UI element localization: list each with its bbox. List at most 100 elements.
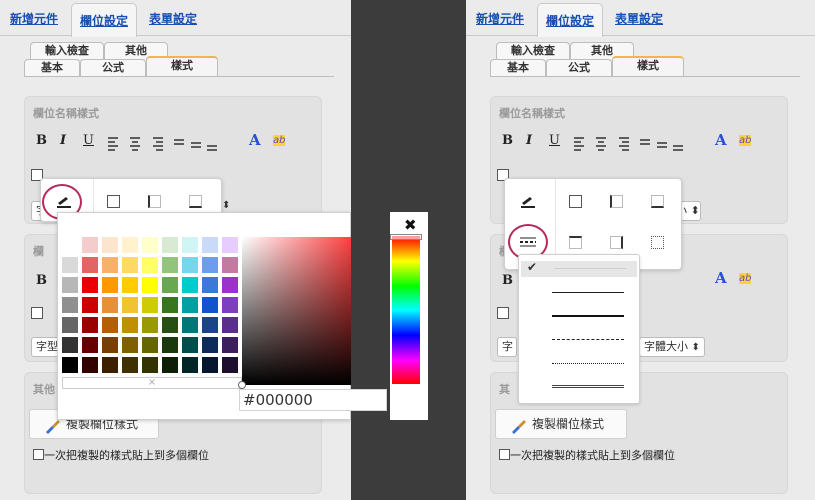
color-swatch[interactable]	[182, 357, 198, 373]
subtab-basic-2[interactable]: 基本	[490, 59, 546, 76]
color-swatch[interactable]	[122, 257, 138, 273]
bold-button-2[interactable]: B	[36, 273, 47, 288]
color-swatch[interactable]	[142, 237, 158, 253]
color-swatch[interactable]	[142, 277, 158, 293]
saturation-handle[interactable]	[238, 381, 246, 389]
font-color-icon-3[interactable]: A	[715, 269, 727, 287]
subtab-style-2[interactable]: 樣式	[612, 56, 684, 76]
color-swatch[interactable]	[102, 237, 118, 253]
underline-button[interactable]: U	[83, 133, 94, 148]
color-swatch[interactable]	[102, 277, 118, 293]
italic-button-3[interactable]: I	[526, 133, 532, 148]
color-swatch[interactable]	[142, 297, 158, 313]
underline-button-3[interactable]: U	[549, 133, 560, 148]
color-swatch[interactable]	[202, 257, 218, 273]
pen-underline-button-2[interactable]	[509, 182, 547, 220]
color-swatch[interactable]	[82, 257, 98, 273]
color-swatch[interactable]	[182, 337, 198, 353]
tab-add-element-2[interactable]: 新增元件	[476, 10, 524, 27]
multi-paste-checkbox-2[interactable]	[499, 449, 510, 460]
subtab-input-check[interactable]: 輸入檢查	[30, 42, 104, 59]
line-option-dashed[interactable]	[552, 339, 624, 340]
color-swatch[interactable]	[202, 277, 218, 293]
font-select-partial-2[interactable]: 字型	[31, 337, 59, 357]
tab-field-settings[interactable]: 欄位設定	[71, 3, 138, 37]
line-option-none[interactable]: ✔	[521, 260, 637, 277]
color-swatch[interactable]	[202, 297, 218, 313]
subtab-style[interactable]: 樣式	[146, 56, 218, 76]
bold-button-4[interactable]: B	[502, 273, 513, 288]
color-swatch[interactable]	[162, 337, 178, 353]
color-swatch[interactable]	[182, 237, 198, 253]
color-swatch[interactable]	[182, 317, 198, 333]
color-swatch[interactable]	[222, 357, 238, 373]
color-swatch[interactable]	[182, 257, 198, 273]
font-color-icon-2[interactable]: A	[715, 131, 727, 149]
color-swatch[interactable]	[62, 237, 78, 253]
tab-field-settings-2[interactable]: 欄位設定	[537, 3, 604, 37]
color-swatch[interactable]	[122, 357, 138, 373]
tab-form-settings[interactable]: 表單設定	[149, 10, 197, 27]
copy-style-button-2[interactable]: 複製欄位樣式	[495, 409, 627, 439]
bold-button-3[interactable]: B	[502, 133, 513, 148]
color-swatch[interactable]	[162, 277, 178, 293]
subtab-formula[interactable]: 公式	[80, 59, 146, 76]
tab-add-element[interactable]: 新增元件	[10, 10, 58, 27]
color-swatch[interactable]	[162, 297, 178, 313]
color-swatch[interactable]	[62, 337, 78, 353]
color-swatch[interactable]	[222, 277, 238, 293]
color-swatch[interactable]	[82, 337, 98, 353]
line-option-dotted[interactable]	[552, 363, 624, 364]
color-swatch[interactable]	[82, 317, 98, 333]
color-swatch[interactable]	[142, 357, 158, 373]
color-swatch[interactable]	[162, 237, 178, 253]
color-swatch[interactable]	[62, 317, 78, 333]
close-icon[interactable]: ✖	[404, 216, 417, 234]
color-swatch[interactable]	[222, 257, 238, 273]
border-checkbox-2[interactable]	[31, 307, 43, 319]
multi-paste-checkbox[interactable]	[33, 449, 44, 460]
color-swatch[interactable]	[82, 237, 98, 253]
color-swatch[interactable]	[182, 297, 198, 313]
color-swatch[interactable]	[202, 317, 218, 333]
color-swatch[interactable]	[142, 257, 158, 273]
color-swatch[interactable]	[122, 277, 138, 293]
border-bottom-button-2[interactable]	[638, 182, 676, 220]
color-swatch[interactable]	[202, 337, 218, 353]
color-swatch[interactable]	[122, 337, 138, 353]
color-swatch[interactable]	[162, 357, 178, 373]
color-swatch[interactable]	[122, 317, 138, 333]
color-swatch[interactable]	[222, 237, 238, 253]
color-swatch[interactable]	[102, 337, 118, 353]
color-swatch[interactable]	[202, 357, 218, 373]
color-swatch[interactable]	[102, 317, 118, 333]
color-swatch[interactable]	[162, 257, 178, 273]
color-swatch[interactable]	[102, 257, 118, 273]
color-swatch[interactable]	[82, 297, 98, 313]
font-select-partial-3[interactable]: 字	[497, 337, 517, 357]
highlight-icon-3[interactable]: ab	[739, 273, 752, 284]
color-swatch[interactable]	[102, 297, 118, 313]
border-checkbox-4[interactable]	[497, 307, 509, 319]
hue-handle[interactable]	[390, 234, 422, 240]
color-swatch[interactable]	[142, 337, 158, 353]
color-palette[interactable]	[62, 237, 242, 389]
tab-form-settings-2[interactable]: 表單設定	[615, 10, 663, 27]
color-swatch[interactable]	[62, 277, 78, 293]
color-swatch[interactable]	[62, 257, 78, 273]
bold-button[interactable]: B	[36, 133, 47, 148]
font-color-icon[interactable]: A	[249, 131, 261, 149]
multi-paste-option[interactable]: 一次把複製的樣式貼上到多個欄位	[33, 447, 209, 463]
color-swatch[interactable]	[162, 317, 178, 333]
color-swatch[interactable]	[122, 237, 138, 253]
color-swatch[interactable]	[82, 357, 98, 373]
line-option-solid-thick[interactable]	[552, 315, 624, 317]
subtab-formula-2[interactable]: 公式	[546, 59, 612, 76]
color-swatch[interactable]	[222, 337, 238, 353]
color-swatch[interactable]	[102, 357, 118, 373]
line-option-solid-thin[interactable]	[552, 292, 624, 293]
color-swatch[interactable]	[62, 357, 78, 373]
hue-slider[interactable]	[392, 236, 420, 384]
border-left-button-2[interactable]	[597, 182, 635, 220]
color-swatch[interactable]	[222, 297, 238, 313]
